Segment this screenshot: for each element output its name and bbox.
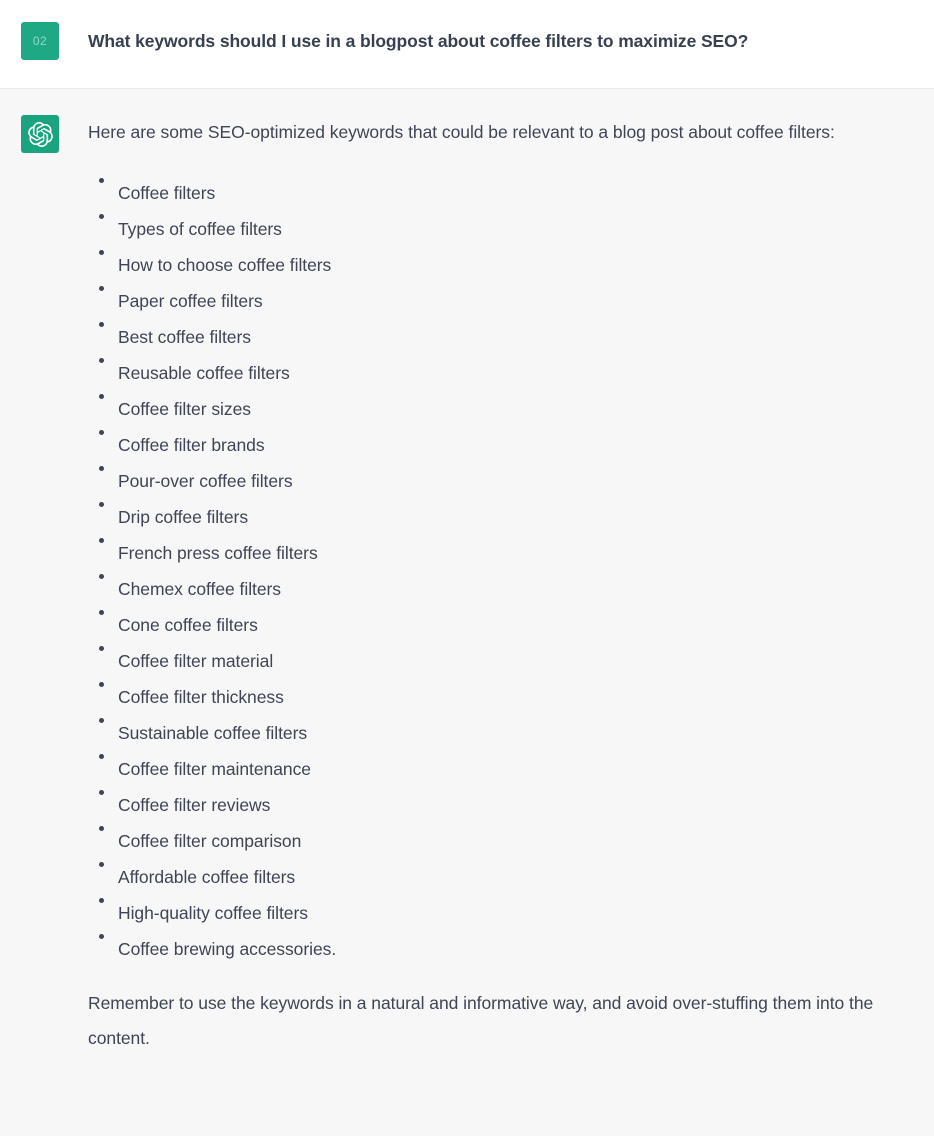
list-item: Cone coffee filters (88, 607, 910, 643)
bullet-icon (99, 538, 104, 543)
bullet-icon (99, 178, 104, 183)
bullet-icon (99, 394, 104, 399)
bullet-icon (99, 646, 104, 651)
user-avatar-column: 02 (0, 22, 88, 60)
list-item-label: Drip coffee filters (118, 507, 249, 527)
list-item-label: Coffee filter reviews (118, 795, 271, 815)
assistant-intro-paragraph: Here are some SEO-optimized keywords tha… (88, 122, 835, 142)
list-item-label: Coffee filter comparison (118, 831, 302, 851)
list-item: Best coffee filters (88, 319, 910, 355)
bullet-icon (99, 898, 104, 903)
list-item: Coffee filter maintenance (88, 751, 910, 787)
bullet-icon (99, 574, 104, 579)
bullet-icon (99, 502, 104, 507)
bullet-icon (99, 322, 104, 327)
bullet-icon (99, 934, 104, 939)
user-avatar-label: 02 (32, 34, 48, 48)
list-item: Coffee filter reviews (88, 787, 910, 823)
list-item-label: Best coffee filters (118, 327, 251, 347)
openai-logo-icon (27, 121, 53, 147)
list-item-label: Coffee brewing accessories. (118, 939, 337, 959)
list-item-label: Chemex coffee filters (118, 579, 282, 599)
list-item: Pour-over coffee filters (88, 463, 910, 499)
bullet-icon (99, 754, 104, 759)
user-message-row: 02 What keywords should I use in a blogp… (0, 0, 934, 89)
list-item-label: Coffee filter thickness (118, 687, 284, 707)
list-item-label: Coffee filter material (118, 651, 274, 671)
bullet-icon (99, 466, 104, 471)
bullet-icon (99, 610, 104, 615)
assistant-message-row: Here are some SEO-optimized keywords tha… (0, 89, 934, 1136)
bullet-icon (99, 214, 104, 219)
bullet-icon (99, 250, 104, 255)
list-item: Sustainable coffee filters (88, 715, 910, 751)
list-item: Affordable coffee filters (88, 859, 910, 895)
list-item-label: Coffee filter brands (118, 435, 265, 455)
avatar: 02 (21, 22, 59, 60)
list-item-label: High-quality coffee filters (118, 903, 308, 923)
list-item: French press coffee filters (88, 535, 910, 571)
list-item-label: Coffee filters (118, 183, 216, 203)
list-item: High-quality coffee filters (88, 895, 910, 931)
assistant-outro-paragraph: Remember to use the keywords in a natura… (88, 993, 874, 1048)
list-item: Coffee filter brands (88, 427, 910, 463)
bullet-icon (99, 286, 104, 291)
list-item-label: Affordable coffee filters (118, 867, 296, 887)
keyword-list: Coffee filters Types of coffee filters H… (88, 175, 910, 967)
list-item-label: Paper coffee filters (118, 291, 263, 311)
list-item: How to choose coffee filters (88, 247, 910, 283)
list-item: Paper coffee filters (88, 283, 910, 319)
list-item-label: Coffee filter maintenance (118, 759, 311, 779)
list-item-label: Types of coffee filters (118, 219, 282, 239)
list-item: Reusable coffee filters (88, 355, 910, 391)
bullet-icon (99, 718, 104, 723)
user-message-body: What keywords should I use in a blogpost… (88, 22, 934, 55)
assistant-message-body: Here are some SEO-optimized keywords tha… (88, 115, 934, 1056)
list-item: Types of coffee filters (88, 211, 910, 247)
list-item: Chemex coffee filters (88, 571, 910, 607)
assistant-avatar-column (0, 115, 88, 153)
list-item-label: Cone coffee filters (118, 615, 258, 635)
chat-conversation: 02 What keywords should I use in a blogp… (0, 0, 934, 1136)
list-item: Coffee filter material (88, 643, 910, 679)
bullet-icon (99, 790, 104, 795)
list-item-label: How to choose coffee filters (118, 255, 332, 275)
list-item: Coffee filter comparison (88, 823, 910, 859)
list-item: Coffee brewing accessories. (88, 931, 910, 967)
bullet-icon (99, 826, 104, 831)
user-question-text: What keywords should I use in a blogpost… (88, 31, 749, 51)
list-item-label: Sustainable coffee filters (118, 723, 308, 743)
list-item: Coffee filter thickness (88, 679, 910, 715)
list-item: Coffee filter sizes (88, 391, 910, 427)
bullet-icon (99, 862, 104, 867)
list-item-label: Pour-over coffee filters (118, 471, 293, 491)
bullet-icon (99, 682, 104, 687)
bullet-icon (99, 358, 104, 363)
list-item: Drip coffee filters (88, 499, 910, 535)
list-item-label: Reusable coffee filters (118, 363, 290, 383)
list-item-label: Coffee filter sizes (118, 399, 251, 419)
list-item: Coffee filters (88, 175, 910, 211)
list-item-label: French press coffee filters (118, 543, 318, 563)
bullet-icon (99, 430, 104, 435)
avatar (21, 115, 59, 153)
